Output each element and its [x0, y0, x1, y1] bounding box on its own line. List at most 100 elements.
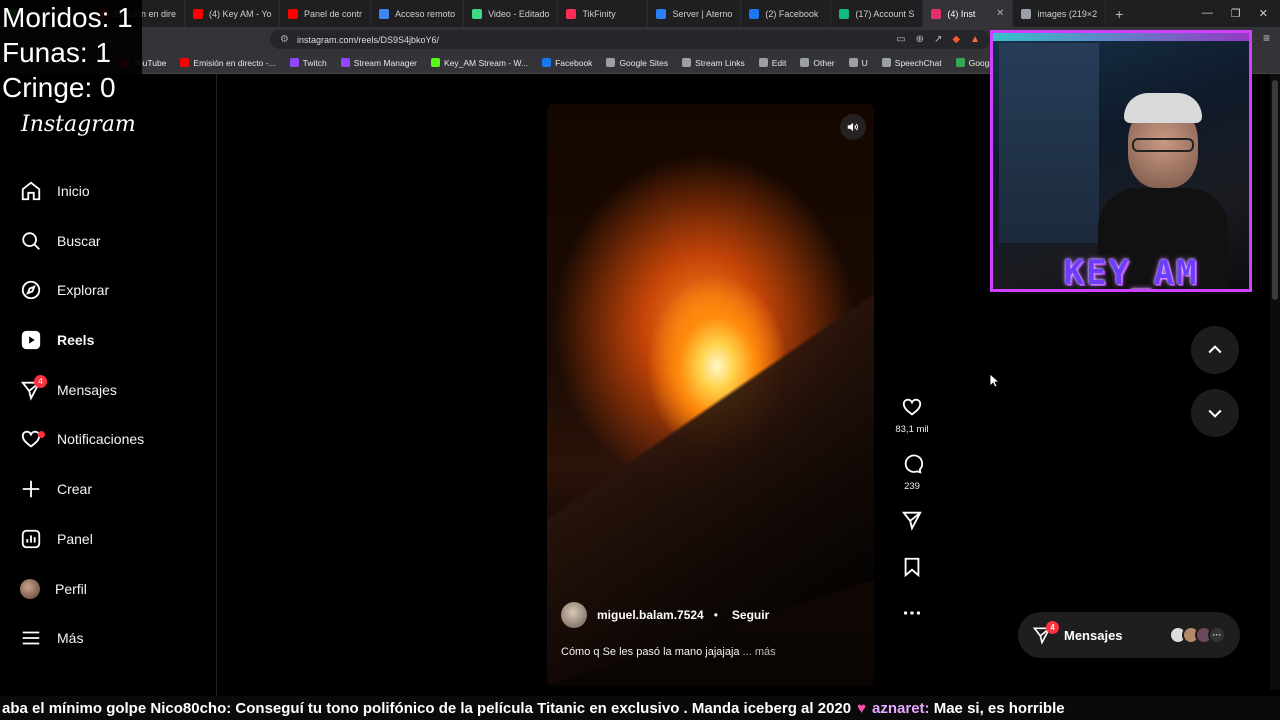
- chat-username: Nico80cho:: [150, 699, 232, 717]
- nav-item-inicio[interactable]: Inicio: [20, 176, 90, 206]
- close-tab-icon[interactable]: ✕: [996, 8, 1004, 19]
- nav-label: Crear: [57, 481, 93, 497]
- shelf-background: [999, 43, 1099, 243]
- more-options-action[interactable]: [893, 602, 931, 624]
- previous-reel-button[interactable]: [1191, 326, 1239, 374]
- comment-icon: [904, 454, 923, 474]
- browser-tab[interactable]: Video - Editado: [464, 0, 559, 27]
- browser-tab[interactable]: (2) Facebook: [741, 0, 832, 27]
- bookmark-item[interactable]: SpeechChat: [881, 58, 942, 68]
- plus-icon: [22, 480, 40, 498]
- counter-moridos: Moridos: 1: [2, 2, 133, 33]
- bookmark-item[interactable]: Emisión en directo -...: [180, 57, 276, 68]
- browser-menu-icon[interactable]: ≡: [1263, 31, 1270, 45]
- bookmark-item[interactable]: Google Sites: [606, 58, 668, 68]
- sound-button[interactable]: [840, 114, 866, 140]
- tab-favicon-icon: [193, 8, 203, 19]
- bookmark-label: Emisión en directo -...: [193, 57, 276, 68]
- bookmark-favicon-icon: [180, 58, 190, 67]
- nav-item-buscar[interactable]: Buscar: [20, 226, 101, 256]
- search-icon: [22, 232, 40, 250]
- page-scrollbar[interactable]: [1270, 74, 1280, 690]
- chevron-up-icon: [1208, 345, 1222, 354]
- browser-tab[interactable]: images (219×2: [1013, 0, 1107, 27]
- nav-item-perfil[interactable]: Perfil: [20, 574, 87, 604]
- bookmark-item[interactable]: Edit: [758, 58, 786, 68]
- stream-counters-overlay: Moridos: 1 Funas: 1 Cringe: 0: [0, 0, 142, 104]
- next-reel-button[interactable]: [1191, 389, 1239, 437]
- mouse-cursor-icon: [990, 374, 1000, 388]
- reels-icon: [21, 330, 41, 350]
- bookmark-item[interactable]: Facebook: [542, 58, 592, 68]
- url-text: instagram.com/reels/DS9S4jbkoY6/: [296, 34, 440, 45]
- follow-button[interactable]: Seguir: [732, 608, 769, 622]
- chat-message: aba el mínimo golpe: [2, 699, 147, 717]
- browser-tab[interactable]: TikFinity: [558, 0, 649, 27]
- tab-label: (17) Account S: [855, 8, 915, 19]
- nav-item-explorar[interactable]: Explorar: [20, 275, 109, 305]
- reel-video[interactable]: miguel.balam.7524 • Seguir Cómo q Se les…: [547, 104, 874, 686]
- cast-icon[interactable]: ▭: [896, 34, 905, 45]
- like-heart-icon: [902, 398, 922, 416]
- bookmark-item[interactable]: Stream Manager: [340, 57, 418, 68]
- browser-tab[interactable]: Acceso remoto: [371, 0, 465, 27]
- browser-tab[interactable]: (4) Inst ✕: [923, 0, 1014, 27]
- minimize-icon[interactable]: —: [1202, 7, 1213, 20]
- messages-pill-icon-wrap: 4: [1032, 621, 1059, 645]
- messages-pill[interactable]: 4 Mensajes ···: [1018, 612, 1240, 658]
- url-field[interactable]: ⚙ instagram.com/reels/DS9S4jbkoY6/ ▭ ⊕ ↗…: [270, 30, 990, 49]
- nav-item-reels[interactable]: Reels: [20, 325, 94, 355]
- like-action[interactable]: 83,1 mil: [893, 396, 931, 435]
- counter-cringe: Cringe: 0: [2, 72, 116, 103]
- bookmark-favicon-icon: [542, 58, 552, 67]
- instagram-logo[interactable]: Instagram: [21, 112, 136, 137]
- nav-item-crear[interactable]: Crear: [20, 474, 92, 504]
- author-avatar[interactable]: [561, 602, 587, 628]
- share-icon[interactable]: ↗: [934, 34, 942, 45]
- nav-item-panel[interactable]: Panel: [20, 524, 93, 554]
- nav-item-mensajes[interactable]: 4 Mensajes: [20, 375, 117, 405]
- bookmark-favicon-icon: [955, 58, 965, 67]
- separator-dot: •: [713, 608, 718, 622]
- bookmark-label: Stream Manager: [353, 57, 418, 68]
- tab-label: Panel de contr: [304, 8, 363, 19]
- rewards-icon[interactable]: ▲: [970, 34, 980, 45]
- chat-message: Mae si, es horrible: [933, 699, 1065, 717]
- menu-icon: [22, 631, 40, 645]
- recent-chat-avatars: ···: [1169, 626, 1240, 644]
- bookmark-item[interactable]: Stream Links: [682, 58, 745, 68]
- scrollbar-thumb[interactable]: [1272, 80, 1278, 300]
- nav-item-mas[interactable]: Más: [20, 623, 83, 653]
- bookmark-item[interactable]: U: [848, 58, 868, 68]
- tab-favicon-icon: [749, 8, 760, 19]
- bookmark-item[interactable]: Twitch: [289, 57, 327, 68]
- bookmark-item[interactable]: Key_AM Stream - W...: [431, 58, 528, 68]
- more-dots-icon: [903, 611, 921, 615]
- close-window-icon[interactable]: ✕: [1259, 7, 1268, 20]
- nav-label: Perfil: [55, 581, 87, 597]
- bookmark-favicon-icon: [881, 58, 891, 67]
- brave-shield-icon[interactable]: ◆: [952, 34, 960, 45]
- likes-count: 83,1 mil: [895, 424, 929, 435]
- messages-badge: 4: [34, 375, 47, 388]
- browser-tab[interactable]: Panel de contr: [280, 0, 372, 27]
- share-action[interactable]: [893, 509, 931, 531]
- bookmark-favicon-icon: [289, 58, 299, 67]
- restore-icon[interactable]: ❐: [1231, 7, 1241, 20]
- dashboard-icon: [21, 529, 41, 549]
- comment-action[interactable]: 239: [893, 453, 931, 492]
- nav-item-notificaciones[interactable]: Notificaciones: [20, 424, 144, 454]
- tab-label: TikFinity: [582, 8, 616, 19]
- browser-tab[interactable]: (17) Account S: [831, 0, 924, 27]
- bookmark-item[interactable]: Other: [800, 58, 835, 68]
- save-action[interactable]: [893, 556, 931, 578]
- caption-more-link[interactable]: ... más: [743, 646, 776, 658]
- site-info-icon[interactable]: ⚙: [280, 34, 289, 45]
- author-username[interactable]: miguel.balam.7524: [597, 608, 704, 622]
- browser-tab[interactable]: (4) Key AM - Yo: [185, 0, 280, 27]
- browser-tab[interactable]: Server | Aterno: [648, 0, 742, 27]
- streamer-headphones: [1124, 93, 1202, 123]
- new-tab-button[interactable]: +: [1106, 6, 1132, 22]
- zoom-icon[interactable]: ⊕: [916, 34, 924, 45]
- bookmark-label: Twitch: [302, 57, 327, 68]
